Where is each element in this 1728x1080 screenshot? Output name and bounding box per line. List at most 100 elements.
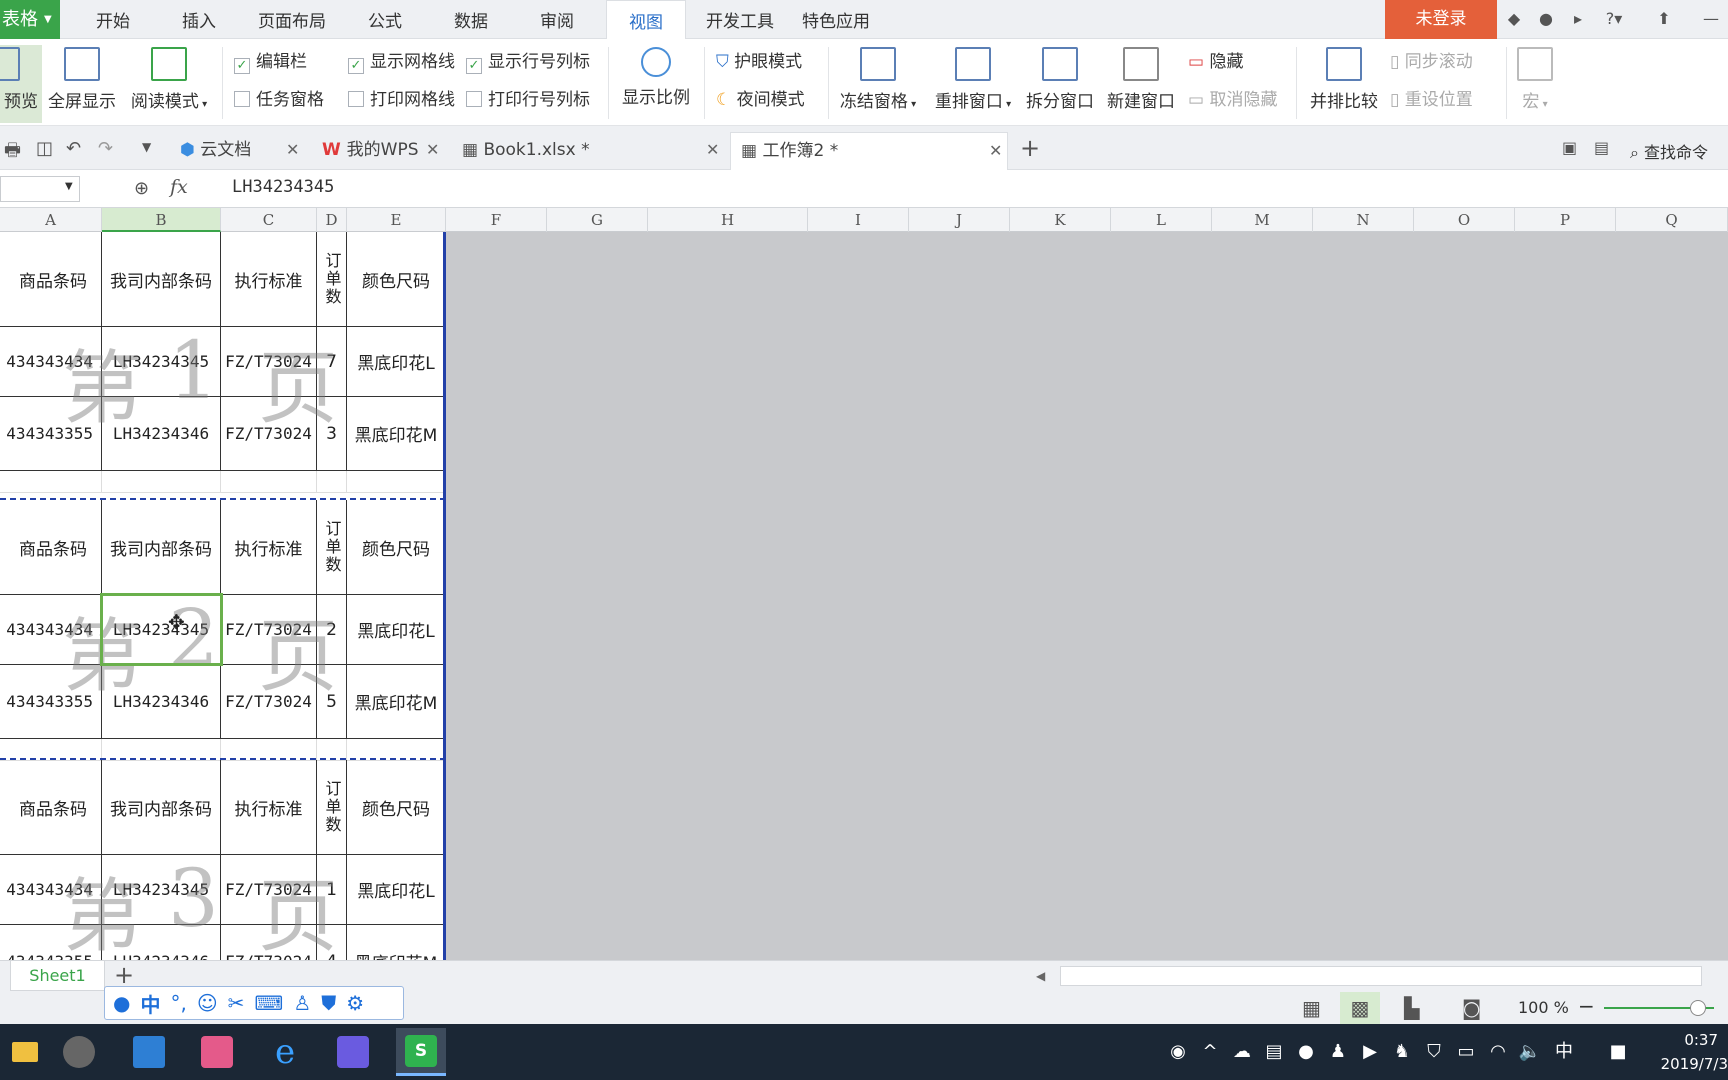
print-rowcol-checkbox[interactable]: 打印行号列标 (466, 87, 590, 113)
close-icon[interactable]: ✕ (706, 132, 719, 168)
col-header-k[interactable]: K (1010, 208, 1111, 232)
freeze-panes-button[interactable]: 冻结窗格 ▾ (834, 45, 922, 123)
col-header-m[interactable]: M (1212, 208, 1313, 232)
tab-start[interactable]: 开始 (80, 0, 146, 39)
gear-icon[interactable]: ⚙ (346, 991, 364, 1015)
search-command[interactable]: ⌕ 查找命令 (1630, 139, 1708, 163)
punctuation-icon[interactable]: °, (170, 991, 186, 1015)
sheet-grid[interactable]: 商品条码 我司内部条码 执行标准 订单数 颜色尺码 434343434 LH34234345… (0, 232, 446, 1021)
header-cell-product-barcode[interactable]: 商品条码 (0, 500, 102, 595)
avatar-app-icon[interactable] (54, 1028, 104, 1076)
rearrange-window-button[interactable]: 重排窗口 ▾ (930, 45, 1016, 123)
tab-my-wps[interactable]: W 我的WPS ✕ (312, 132, 450, 170)
cell-color-size[interactable]: 黑底印花M (347, 665, 446, 739)
header-cell-product-barcode[interactable]: 商品条码 (0, 232, 102, 327)
video-tray-icon[interactable]: ▶ (1358, 1040, 1382, 1064)
cell-exec-standard[interactable]: FZ/T73024 (221, 665, 317, 739)
zoom-button[interactable]: 显示比例 (616, 45, 696, 123)
wps-spreadsheet-taskbar-icon[interactable]: S (396, 1028, 446, 1076)
close-icon[interactable]: ✕ (426, 132, 439, 168)
ime-tray-indicator[interactable]: 中 (1552, 1040, 1576, 1064)
col-header-h[interactable]: H (648, 208, 808, 232)
new-tab-icon[interactable]: + (1020, 134, 1040, 162)
battery-icon[interactable]: ▭ (1454, 1040, 1478, 1064)
ime-lang-toggle[interactable]: 中 (140, 989, 160, 1018)
side-by-side-button[interactable]: 并排比较 (1304, 45, 1384, 123)
app-menu-button[interactable]: 表格 ▼ (0, 0, 60, 39)
fx-icon[interactable]: fx (170, 176, 188, 198)
header-cell-order-qty[interactable]: 订单数 (317, 500, 347, 595)
header-cell-exec-standard[interactable]: 执行标准 (221, 760, 317, 855)
cell-product-barcode[interactable]: 434343355 (0, 397, 102, 471)
col-header-o[interactable]: O (1414, 208, 1515, 232)
file-explorer-icon[interactable] (0, 1028, 50, 1076)
penguin-tray-icon[interactable]: ♞ (1390, 1040, 1414, 1064)
print-gridlines-checkbox[interactable]: 打印网格线 (348, 87, 455, 113)
tab-data[interactable]: 数据 (438, 0, 504, 39)
tab-special[interactable]: 特色应用 (796, 0, 876, 39)
tab-developer[interactable]: 开发工具 (700, 0, 780, 39)
restore-icon[interactable]: ⬆ (1653, 8, 1675, 30)
header-cell-order-qty[interactable]: 订单数 (317, 232, 347, 327)
col-header-j[interactable]: J (909, 208, 1010, 232)
news-tray-icon[interactable]: ▤ (1262, 1040, 1286, 1064)
preview-button[interactable]: 预览 (0, 45, 42, 123)
header-cell-color-size[interactable]: 颜色尺码 (347, 500, 446, 595)
cell-color-size[interactable]: 黑底印花M (347, 397, 446, 471)
col-header-g[interactable]: G (547, 208, 648, 232)
emoji-icon[interactable]: ☺ (197, 991, 218, 1015)
video-app-icon[interactable] (192, 1028, 242, 1076)
cell-order-qty[interactable]: 1 (317, 855, 347, 925)
cell-internal-barcode[interactable]: LH34234345 (102, 855, 221, 925)
tab-review[interactable]: 审阅 (524, 0, 590, 39)
unhide-button[interactable]: ▭ 取消隐藏 (1188, 87, 1277, 113)
wifi-icon[interactable]: ◠ (1486, 1040, 1510, 1064)
sheet-tab-sheet1[interactable]: Sheet1 (10, 961, 105, 991)
tab-view[interactable]: 视图 (606, 0, 686, 40)
empty-cell[interactable] (221, 471, 317, 493)
page-break-view-icon[interactable]: ▩ (1340, 992, 1380, 1024)
header-cell-product-barcode[interactable]: 商品条码 (0, 760, 102, 855)
hotspot-app-icon[interactable] (124, 1028, 174, 1076)
skin-shirt-icon[interactable]: ⛊ (321, 991, 336, 1015)
cell-internal-barcode[interactable]: LH34234346 (102, 397, 221, 471)
tab-insert[interactable]: 插入 (166, 0, 232, 39)
col-header-e[interactable]: E (347, 208, 446, 232)
person-icon[interactable]: ♙ (293, 991, 311, 1015)
tab-formula[interactable]: 公式 (352, 0, 418, 39)
reading-view-icon[interactable]: ◙ (1462, 996, 1481, 1020)
login-button[interactable]: 未登录 (1385, 0, 1497, 39)
formula-input[interactable]: LH34234345 (232, 177, 334, 197)
close-icon[interactable]: ✕ (989, 133, 1002, 169)
cell-color-size[interactable]: 黑底印花L (347, 327, 446, 397)
ie-browser-icon[interactable]: e (260, 1028, 310, 1076)
close-icon[interactable]: ✕ (286, 132, 299, 168)
show-hidden-icons-icon[interactable]: ^ (1198, 1040, 1222, 1064)
task-pane-checkbox[interactable]: 任务窗格 (234, 87, 324, 113)
col-header-c[interactable]: C (221, 208, 317, 232)
quick-access-dropdown-icon[interactable]: ▼ (142, 140, 151, 154)
zoom-formula-icon[interactable]: ⊕ (134, 178, 149, 199)
eye-mode-button[interactable]: ⛉ 护眼模式 (716, 49, 802, 75)
security-tray-icon[interactable]: ◉ (1166, 1040, 1190, 1064)
scroll-left-icon[interactable]: ◀ (1036, 969, 1045, 983)
header-cell-color-size[interactable]: 颜色尺码 (347, 760, 446, 855)
cell-order-qty[interactable]: 5 (317, 665, 347, 739)
show-rowcol-checkbox[interactable]: ✓ 显示行号列标 (466, 49, 590, 75)
scissors-icon[interactable]: ✂ (228, 991, 245, 1015)
header-cell-internal-barcode[interactable]: 我司内部条码 (102, 500, 221, 595)
add-sheet-icon[interactable]: + (114, 961, 134, 989)
col-header-i[interactable]: I (808, 208, 909, 232)
help-icon[interactable]: ?▾ (1599, 8, 1629, 30)
empty-cell[interactable] (102, 471, 221, 493)
tab-book1[interactable]: ▦ Book1.xlsx * ✕ (452, 132, 728, 170)
print-preview-icon[interactable]: ◫ (36, 138, 53, 159)
sync-scroll-button[interactable]: ▯ 同步滚动 (1390, 49, 1473, 75)
cell-product-barcode[interactable]: 434343434 (0, 855, 102, 925)
header-cell-exec-standard[interactable]: 执行标准 (221, 500, 317, 595)
cell-exec-standard[interactable]: FZ/T73024 (221, 855, 317, 925)
cell-internal-barcode[interactable]: LH34234345 (102, 327, 221, 397)
user-icon[interactable]: ● (113, 991, 130, 1015)
keyboard-icon[interactable]: ⌨ (254, 991, 283, 1015)
name-box[interactable]: ▼ (0, 176, 80, 202)
